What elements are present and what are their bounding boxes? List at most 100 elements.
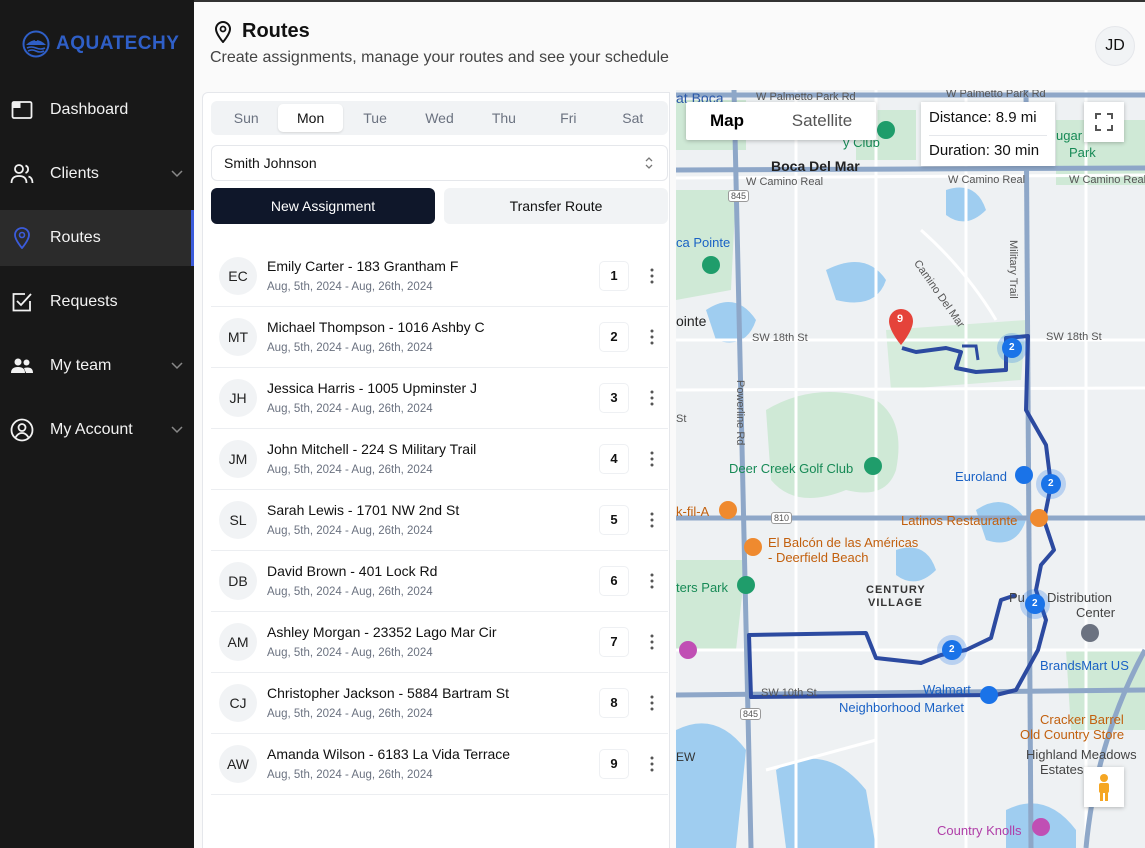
assignments-panel: Sun Mon Tue Wed Thu Fri Sat Smith Johnso… [202,92,670,848]
more-vertical-icon[interactable] [645,632,659,652]
sidebar-item-clients[interactable]: Clients [0,146,194,202]
map-label: Powerline Rd [734,380,746,446]
map-label: BrandsMart US [1040,658,1129,673]
assignment-row[interactable]: JH Jessica Harris - 1005 Upminster J Aug… [211,368,668,429]
map-pin-icon [10,226,34,250]
map-label: W Palmetto Park Rd [946,90,1046,100]
assignment-title: Emily Carter - 183 Grantham F [267,258,459,274]
map-type-map-button[interactable]: Map [686,102,768,140]
map-label: Center [1076,605,1116,620]
more-vertical-icon[interactable] [645,388,659,408]
more-vertical-icon[interactable] [645,693,659,713]
more-vertical-icon[interactable] [645,449,659,469]
tab-mon[interactable]: Mon [278,104,343,132]
avatar: AW [219,745,257,783]
assignment-title: Jessica Harris - 1005 Upminster J [267,380,478,396]
map-type-satellite-button[interactable]: Satellite [768,102,876,140]
tab-wed[interactable]: Wed [407,104,471,132]
sidebar-item-dashboard[interactable]: Dashboard [0,82,194,138]
avatar: EC [219,257,257,295]
map-label: St [676,413,687,425]
route-order-badge: 8 [599,688,629,718]
main-content: Sun Mon Tue Wed Thu Fri Sat Smith Johnso… [194,82,1145,848]
tab-sun[interactable]: Sun [214,104,278,132]
avatar: MT [219,318,257,356]
client-select[interactable]: Smith Johnson [211,145,668,181]
road-shield: 845 [740,708,762,720]
map-label: Walmart [923,682,971,697]
transfer-route-button[interactable]: Transfer Route [444,188,668,224]
assignment-title: Amanda Wilson - 6183 La Vida Terrace [267,746,511,762]
new-assignment-button[interactable]: New Assignment [211,188,435,224]
more-vertical-icon[interactable] [645,754,659,774]
route-order-badge: 5 [599,505,629,535]
more-vertical-icon[interactable] [645,327,659,347]
assignment-row[interactable]: CJ Christopher Jackson - 5884 Bartram St… [211,673,668,734]
assignment-title: John Mitchell - 224 S Military Trail [267,441,477,457]
dashboard-icon [10,98,34,122]
avatar: AM [219,623,257,661]
street-view-button[interactable] [1084,767,1124,807]
map-label: ca Pointe [676,235,731,250]
fullscreen-button[interactable] [1084,102,1124,142]
assignment-dates: Aug, 5th, 2024 - Aug, 26th, 2024 [267,342,433,354]
map-label: ugar [1056,128,1083,143]
client-select-value: Smith Johnson [224,155,317,171]
assignment-row[interactable]: EC Emily Carter - 183 Grantham F Aug, 5t… [211,246,668,307]
cluster-count: 2 [1032,598,1038,609]
chevron-down-icon[interactable] [170,422,184,436]
cluster-count: 2 [949,644,955,655]
sidebar: AQUATECHY Dashboard Clients Routes Reque… [0,0,194,848]
user-avatar[interactable]: JD [1095,26,1135,66]
brand-logo[interactable]: AQUATECHY [22,30,179,58]
map-label: Highland Meadows [1026,747,1137,762]
map-label: Country Knolls [937,823,1022,838]
more-vertical-icon[interactable] [645,510,659,530]
chevron-down-icon[interactable] [170,358,184,372]
map-pin-icon [214,21,232,43]
assignment-title: Michael Thompson - 1016 Ashby C [267,319,485,335]
users-icon [10,162,34,186]
tab-thu[interactable]: Thu [472,104,536,132]
cluster-count: 2 [1009,342,1015,353]
map-label: EW [676,750,696,764]
route-map[interactable]: at Boca W Palmetto Park Rd W Palmetto Pa… [676,90,1145,848]
assignment-row[interactable]: JM John Mitchell - 224 S Military Trail … [211,429,668,490]
assignment-row[interactable]: AM Ashley Morgan - 23352 Lago Mar Cir Au… [211,612,668,673]
map-label: El Balcón de las Américas [768,535,919,550]
assignment-title: Christopher Jackson - 5884 Bartram St [267,685,509,701]
team-icon [10,354,34,378]
sidebar-item-label: Clients [50,165,99,182]
sidebar-item-my-team[interactable]: My team [0,338,194,394]
divider [929,135,1047,136]
page-header: Routes Create assignments, manage your r… [194,0,1145,82]
day-tabs: Sun Mon Tue Wed Thu Fri Sat [211,101,668,135]
map-label: W Camino Real [948,174,1026,186]
map-label: Neighborhood Market [839,700,965,715]
more-vertical-icon[interactable] [645,571,659,591]
chevron-up-down-icon [645,157,653,169]
sidebar-item-routes[interactable]: Routes [0,210,194,266]
sidebar-item-my-account[interactable]: My Account [0,402,194,458]
sidebar-item-requests[interactable]: Requests [0,274,194,330]
brand-name: AQUATECHY [56,33,180,54]
tab-fri[interactable]: Fri [536,104,600,132]
assignment-dates: Aug, 5th, 2024 - Aug, 26th, 2024 [267,525,433,537]
map-label: Deer Creek Golf Club [729,461,854,476]
avatar: JH [219,379,257,417]
tab-sat[interactable]: Sat [601,104,665,132]
tab-tue[interactable]: Tue [343,104,407,132]
route-order-badge: 7 [599,627,629,657]
chevron-down-icon[interactable] [170,166,184,180]
assignment-row[interactable]: MT Michael Thompson - 1016 Ashby C Aug, … [211,307,668,368]
assignment-dates: Aug, 5th, 2024 - Aug, 26th, 2024 [267,403,433,415]
avatar: CJ [219,684,257,722]
route-order-badge: 2 [599,322,629,352]
more-vertical-icon[interactable] [645,266,659,286]
map-label: Old Country Store [1020,727,1125,742]
map-label: Boca Del Mar [771,158,860,174]
assignment-row[interactable]: SL Sarah Lewis - 1701 NW 2nd St Aug, 5th… [211,490,668,551]
assignment-row[interactable]: DB David Brown - 401 Lock Rd Aug, 5th, 2… [211,551,668,612]
assignment-row[interactable]: AW Amanda Wilson - 6183 La Vida Terrace … [211,734,668,795]
assignment-title: David Brown - 401 Lock Rd [267,563,438,579]
